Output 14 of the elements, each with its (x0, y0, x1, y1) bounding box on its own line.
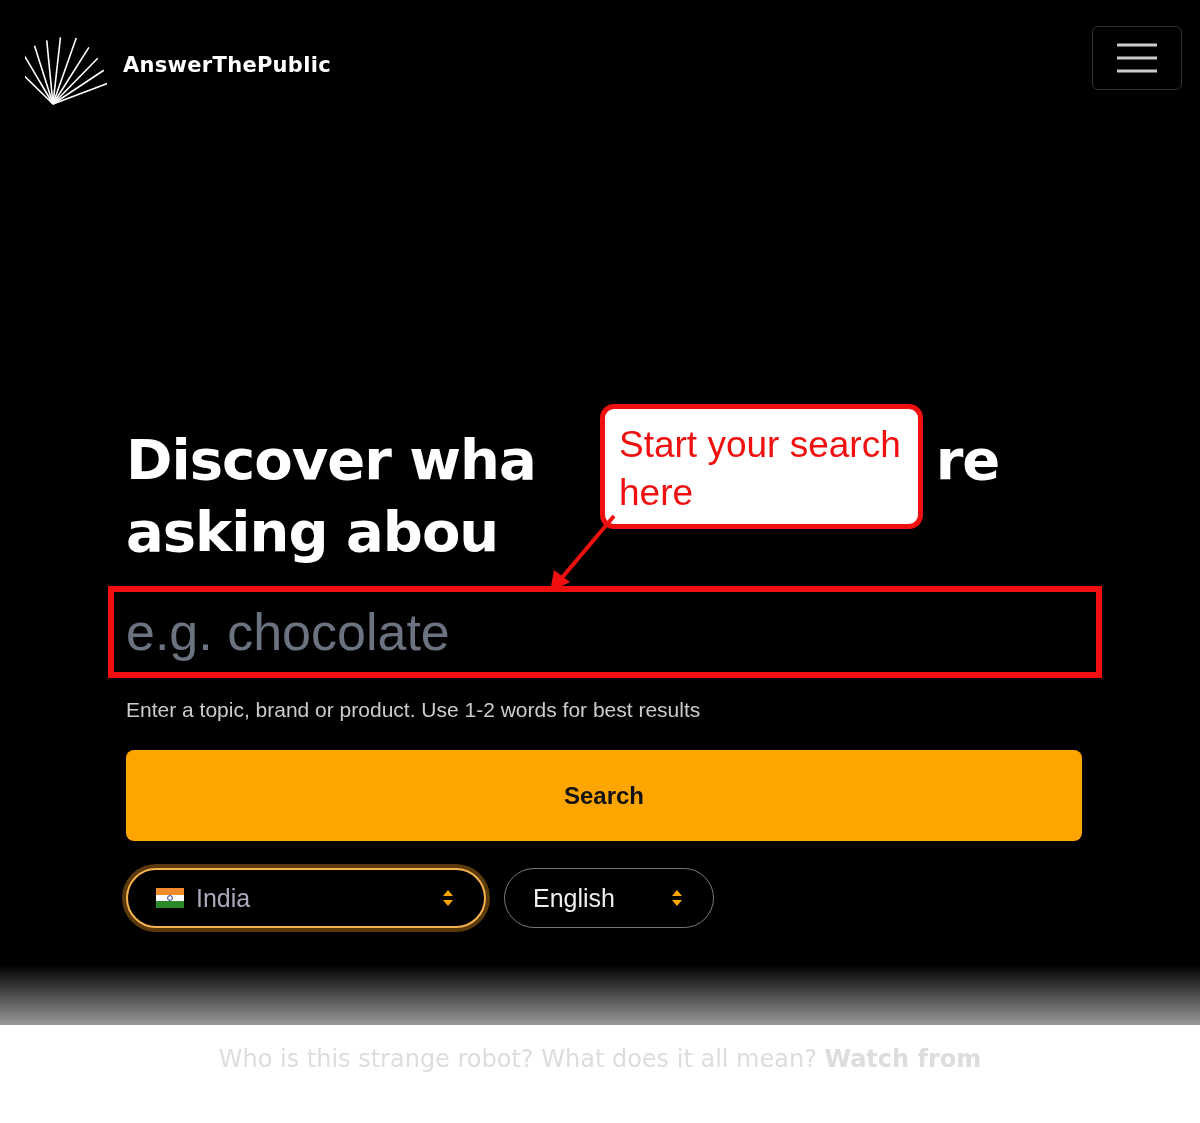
logo-text: AnswerThePublic (123, 53, 331, 77)
search-input[interactable]: e.g. chocolate (114, 602, 1096, 662)
search-hint: Enter a topic, brand or product. Use 1-2 words for best results (126, 698, 702, 722)
caret-icon (671, 889, 683, 907)
headline-text: re (935, 432, 1000, 488)
annotation-callout: Start your search here (600, 404, 923, 529)
language-select[interactable]: English (504, 868, 714, 928)
caret-icon (442, 889, 454, 907)
search-button[interactable]: Search (126, 750, 1082, 841)
search-field[interactable]: e.g. chocolate (108, 586, 1102, 678)
headline-text: Discover wha (126, 432, 536, 488)
flag-icon (156, 888, 184, 908)
menu-icon (1117, 43, 1157, 73)
menu-button[interactable] (1092, 26, 1182, 90)
